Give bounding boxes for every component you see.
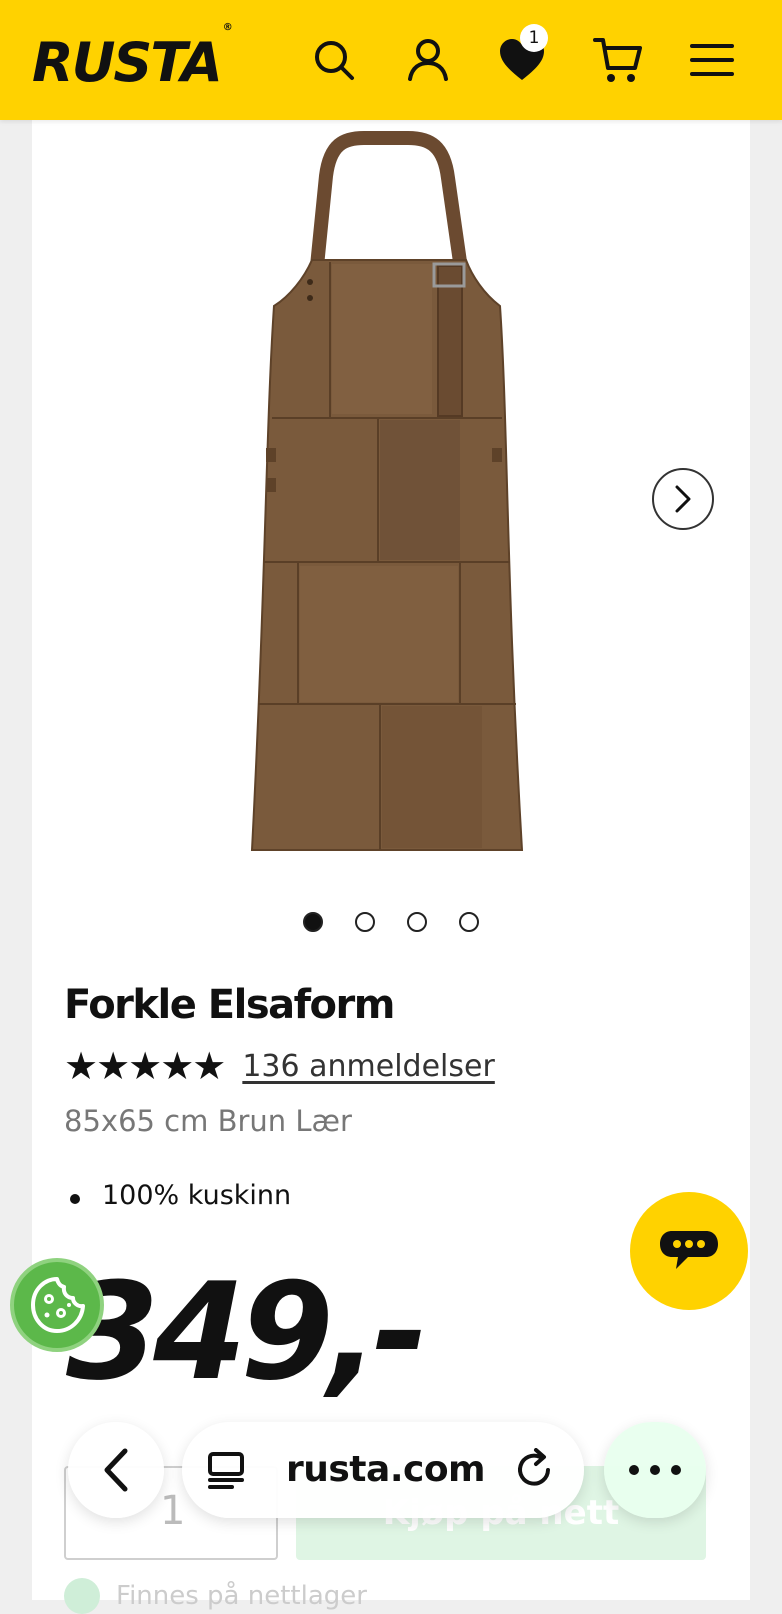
logo-text: RUSTA — [32, 31, 223, 94]
menu-button[interactable] — [684, 32, 740, 88]
gallery-dot-1[interactable] — [303, 912, 323, 932]
feature-list: 100% kuskinn — [68, 1180, 291, 1211]
wishlist-count-badge: 1 — [520, 24, 548, 52]
product-rating: ★★★★★ 136 anmeldelser — [64, 1046, 495, 1086]
product-subtitle: 85x65 cm Brun Lær — [64, 1104, 352, 1138]
tabs-icon — [208, 1452, 244, 1489]
browser-url: rusta.com — [286, 1449, 486, 1490]
chevron-right-icon — [675, 485, 691, 513]
more-dots-icon — [629, 1465, 681, 1475]
search-icon — [315, 41, 354, 80]
account-icon — [408, 39, 448, 81]
site-header: RUSTA® 1 — [0, 0, 782, 120]
browser-more-button[interactable] — [604, 1422, 706, 1518]
reload-icon[interactable] — [514, 1448, 556, 1492]
cart-button[interactable] — [590, 32, 646, 88]
browser-back-button[interactable] — [68, 1422, 164, 1518]
gallery-pagination — [303, 912, 479, 932]
cart-icon — [593, 38, 642, 82]
account-button[interactable] — [400, 32, 456, 88]
wishlist-button[interactable]: 1 — [494, 24, 550, 88]
leather-apron-image — [250, 131, 524, 851]
product-image[interactable] — [238, 126, 574, 866]
check-circle-icon — [64, 1578, 100, 1614]
gallery-next-button[interactable] — [652, 468, 714, 530]
cookie-settings-button[interactable] — [10, 1258, 104, 1352]
feature-item: 100% kuskinn — [68, 1180, 291, 1211]
stock-label: Finnes på nettlager — [116, 1581, 367, 1611]
cookie-icon — [31, 1277, 85, 1333]
rusta-logo[interactable]: RUSTA® — [32, 22, 233, 94]
product-title: Forkle Elsaform — [64, 982, 395, 1028]
gallery-dot-2[interactable] — [355, 912, 375, 932]
gallery-dot-4[interactable] — [459, 912, 479, 932]
rating-stars: ★★★★★ — [64, 1044, 226, 1088]
chevron-left-icon — [104, 1448, 128, 1492]
stock-status: Finnes på nettlager — [64, 1578, 367, 1614]
product-price: 349,- — [66, 1254, 428, 1410]
chat-button[interactable] — [630, 1192, 748, 1310]
search-button[interactable] — [306, 32, 362, 88]
reviews-link[interactable]: 136 anmeldelser — [242, 1049, 494, 1084]
menu-icon — [690, 44, 734, 76]
chat-bubble-icon — [660, 1231, 718, 1269]
browser-toolbar: rusta.com — [0, 1400, 782, 1520]
logo-registered-mark: ® — [222, 22, 233, 33]
browser-address-bar[interactable]: rusta.com — [182, 1422, 584, 1518]
gallery-dot-3[interactable] — [407, 912, 427, 932]
